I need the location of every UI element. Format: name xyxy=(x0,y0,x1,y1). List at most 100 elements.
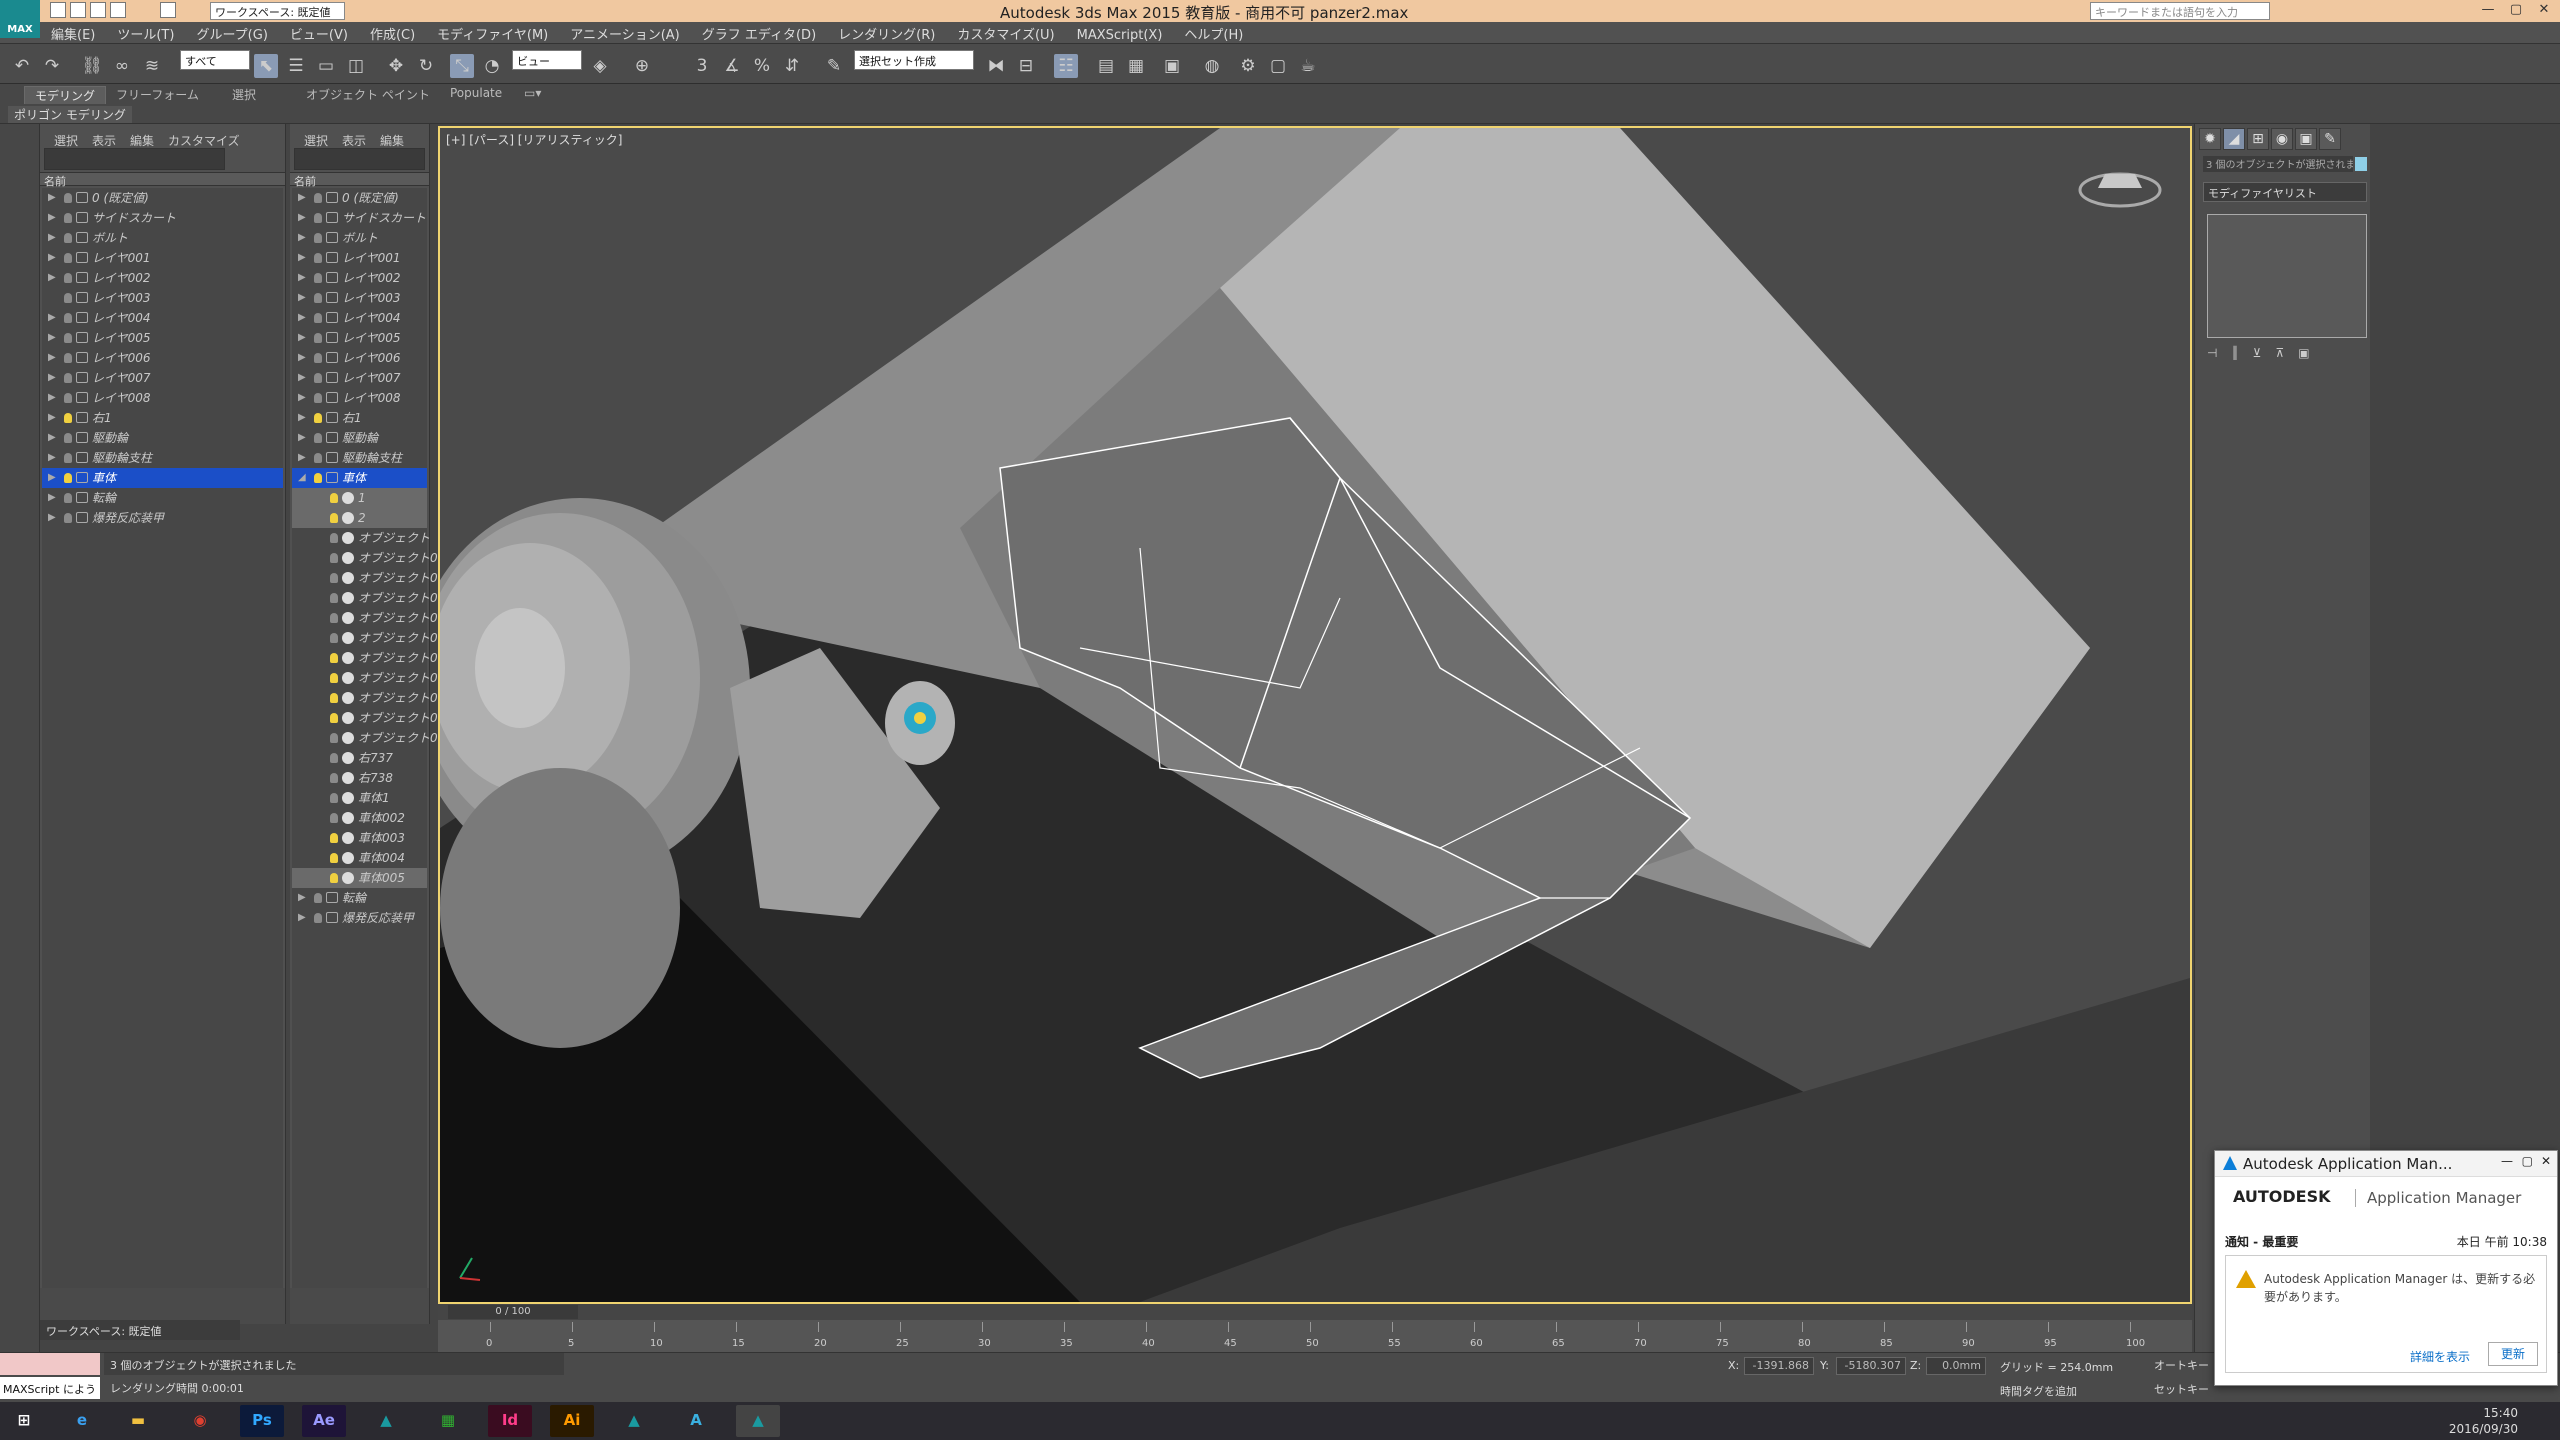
collapse-arrow-icon[interactable]: ◢ xyxy=(298,468,306,488)
explorer1-menu-edit[interactable]: 編集 xyxy=(130,134,154,148)
redo-icon[interactable] xyxy=(160,2,176,18)
visibility-bulb-icon[interactable] xyxy=(330,653,338,663)
rendered-frame-icon[interactable]: ▢ xyxy=(1266,54,1290,78)
expand-arrow-icon[interactable]: ▶ xyxy=(48,188,56,208)
visibility-bulb-icon[interactable] xyxy=(314,293,322,303)
undo-icon[interactable]: ↶ xyxy=(10,54,34,78)
visibility-bulb-icon[interactable] xyxy=(330,753,338,763)
layer-row[interactable]: ▶ レイヤ007 xyxy=(292,368,427,388)
visibility-bulb-icon[interactable] xyxy=(330,533,338,543)
visibility-bulb-icon[interactable] xyxy=(330,673,338,683)
save-icon[interactable] xyxy=(90,2,106,18)
expand-arrow-icon[interactable]: ▶ xyxy=(48,228,56,248)
tab-selection[interactable]: 選択 xyxy=(232,86,256,103)
update-button[interactable]: 更新 xyxy=(2488,1342,2538,1366)
object-row[interactable]: オブジェクト0 xyxy=(292,708,438,728)
explorer2-search-input[interactable] xyxy=(294,148,425,170)
menu-help[interactable]: ヘルプ(H) xyxy=(1173,22,1254,43)
object-row[interactable]: 2 xyxy=(292,508,427,528)
bind-spacewarp-icon[interactable]: ≋ xyxy=(140,54,164,78)
object-row[interactable]: オブジェクト0 xyxy=(292,688,438,708)
render-setup-icon[interactable]: ⚙ xyxy=(1236,54,1260,78)
undo-icon[interactable] xyxy=(110,2,126,18)
expand-arrow-icon[interactable]: ▶ xyxy=(298,888,306,908)
display-tab-icon[interactable]: ▣ xyxy=(2295,128,2317,150)
visibility-bulb-icon[interactable] xyxy=(314,233,322,243)
move-icon[interactable]: ✥ xyxy=(384,54,408,78)
expand-arrow-icon[interactable]: ▶ xyxy=(48,488,56,508)
graphite-toolset-icon[interactable]: ▦ xyxy=(1124,54,1148,78)
object-row[interactable]: オブジェクト0 xyxy=(292,648,438,668)
visibility-bulb-icon[interactable] xyxy=(314,213,322,223)
layer-row[interactable]: ▶ 0 (既定値) xyxy=(292,188,427,208)
expand-arrow-icon[interactable]: ▶ xyxy=(48,388,56,408)
perspective-viewport[interactable]: [+] [パース] [リアリスティック] xyxy=(438,126,2192,1304)
object-row[interactable]: オブジェクト xyxy=(292,528,430,548)
visibility-bulb-icon[interactable] xyxy=(314,393,322,403)
menu-edit[interactable]: 編集(E) xyxy=(40,22,106,43)
explorer1-menu-select[interactable]: 選択 xyxy=(54,134,78,148)
explorer2-menu-select[interactable]: 選択 xyxy=(304,134,328,148)
visibility-bulb-icon[interactable] xyxy=(314,253,322,263)
layer-row[interactable]: ▶ 駆動輪 xyxy=(42,428,283,448)
illustrator-icon[interactable]: Ai xyxy=(550,1405,594,1437)
close-button[interactable]: ✕ xyxy=(2524,0,2560,22)
placement-icon[interactable]: ◔ xyxy=(480,54,504,78)
visibility-bulb-icon[interactable] xyxy=(314,453,322,463)
visibility-bulb-icon[interactable] xyxy=(330,793,338,803)
show-details-link[interactable]: 詳細を表示 xyxy=(2410,1348,2470,1365)
object-row[interactable]: 右737 xyxy=(292,748,427,768)
visibility-bulb-icon[interactable] xyxy=(64,333,72,343)
visibility-bulb-icon[interactable] xyxy=(64,273,72,283)
visibility-bulb-icon[interactable] xyxy=(330,833,338,843)
tab-freeform[interactable]: フリーフォーム xyxy=(116,86,199,103)
layer-row[interactable]: ▶ レイヤ002 xyxy=(292,268,427,288)
layer-row[interactable]: ▶ 右1 xyxy=(292,408,427,428)
object-row[interactable]: 車体004 xyxy=(292,848,427,868)
visibility-bulb-icon[interactable] xyxy=(330,613,338,623)
menu-animation[interactable]: アニメーション(A) xyxy=(559,22,691,43)
modifier-list-dropdown[interactable]: モディファイヤリスト xyxy=(2203,182,2367,202)
layer-row[interactable]: ▶ レイヤ004 xyxy=(292,308,427,328)
indesign-icon[interactable]: Id xyxy=(488,1405,532,1437)
visibility-bulb-icon[interactable] xyxy=(330,853,338,863)
3dsmax-active-icon[interactable]: ▲ xyxy=(736,1405,780,1437)
z-coordinate[interactable]: 0.0mm xyxy=(1926,1357,1986,1375)
notification-maximize-button[interactable]: ▢ xyxy=(2522,1154,2533,1168)
visibility-bulb-icon[interactable] xyxy=(330,553,338,563)
layer-row[interactable]: ▶ 駆動輪支柱 xyxy=(42,448,283,468)
expand-arrow-icon[interactable]: ▶ xyxy=(298,208,306,228)
layer-row[interactable]: ▶ レイヤ001 xyxy=(42,248,283,268)
percent-snap-icon[interactable]: % xyxy=(750,54,774,78)
object-row[interactable]: オブジェクト0 xyxy=(292,548,438,568)
visibility-bulb-icon[interactable] xyxy=(64,233,72,243)
material-editor-icon[interactable]: ◍ xyxy=(1200,54,1224,78)
menu-maxscript[interactable]: MAXScript(X) xyxy=(1066,26,1174,43)
selection-info[interactable]: 3 個のオブジェクトが選択されま xyxy=(2203,156,2353,172)
y-coordinate[interactable]: -5180.307 xyxy=(1836,1357,1906,1375)
expand-arrow-icon[interactable]: ▶ xyxy=(48,248,56,268)
visibility-bulb-icon[interactable] xyxy=(330,593,338,603)
expand-arrow-icon[interactable]: ▶ xyxy=(48,328,56,348)
3dsmax-taskbar-icon[interactable]: ▲ xyxy=(364,1405,408,1437)
object-row[interactable]: オブジェクト0 xyxy=(292,588,438,608)
visibility-bulb-icon[interactable] xyxy=(314,913,322,923)
layer-row[interactable]: ▶ レイヤ001 xyxy=(292,248,427,268)
visibility-bulb-icon[interactable] xyxy=(64,293,72,303)
modify-tab-icon[interactable]: ◢ xyxy=(2223,128,2245,150)
layer-row[interactable]: ▶ レイヤ004 xyxy=(42,308,283,328)
expand-arrow-icon[interactable]: ▶ xyxy=(48,208,56,228)
expand-arrow-icon[interactable]: ▶ xyxy=(298,288,306,308)
layer-row[interactable]: ▶ サイドスカート xyxy=(42,208,283,228)
visibility-bulb-icon[interactable] xyxy=(64,373,72,383)
auto-key-button[interactable]: オートキー xyxy=(2154,1357,2209,1373)
chrome-icon[interactable]: ◉ xyxy=(178,1405,222,1437)
spinner-snap-icon[interactable]: ⇵ xyxy=(780,54,804,78)
visibility-bulb-icon[interactable] xyxy=(330,873,338,883)
visibility-bulb-icon[interactable] xyxy=(314,353,322,363)
layer-row[interactable]: ▶ レイヤ006 xyxy=(292,348,427,368)
render-icon[interactable]: ☕ xyxy=(1296,54,1320,78)
visibility-bulb-icon[interactable] xyxy=(64,393,72,403)
layer-row[interactable]: ▶ 右1 xyxy=(42,408,283,428)
pivot-icon[interactable]: ◈ xyxy=(588,54,612,78)
